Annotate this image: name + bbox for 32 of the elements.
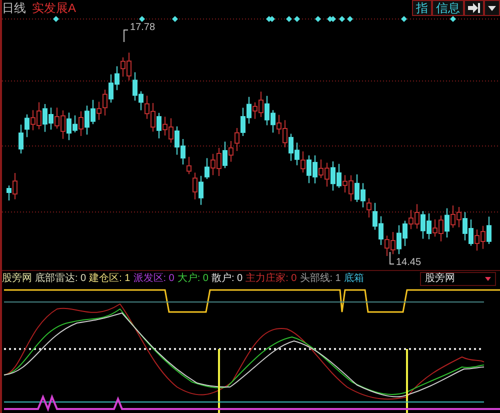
leader-line xyxy=(390,252,394,264)
leader-line xyxy=(124,30,128,42)
caret-down-icon xyxy=(485,277,491,281)
legend-label: 底部雷达: 0 xyxy=(35,273,86,285)
indicator-name: 股旁网 xyxy=(2,273,32,285)
diamond-marker xyxy=(172,16,178,22)
legend-label: 底箱 xyxy=(344,273,364,285)
legend-label: 派发区: 0 xyxy=(133,273,174,285)
high-price-label: 17.78 xyxy=(130,22,156,34)
diamond-marker xyxy=(315,16,321,22)
diamond-marker xyxy=(401,16,407,22)
diamond-marker xyxy=(53,16,59,22)
diamond-marker xyxy=(339,16,345,22)
legend-label: 头部线: 1 xyxy=(300,273,341,285)
toolbar-button[interactable]: 信息 xyxy=(432,0,464,16)
indicator-selector[interactable]: 股旁网 xyxy=(420,272,496,286)
diamond-marker xyxy=(347,16,353,22)
legend-label: 大户: 0 xyxy=(177,273,208,285)
toolbar-button[interactable] xyxy=(464,0,484,16)
toolbar-button[interactable]: 指 xyxy=(412,0,432,16)
legend-label: 散户: 0 xyxy=(212,273,243,285)
diamond-marker xyxy=(286,16,292,22)
legend-label: 主力庄家: 0 xyxy=(246,273,297,285)
diamond-marker xyxy=(139,16,145,22)
caret-down-icon xyxy=(488,6,496,10)
arrow-to-bar-icon xyxy=(468,3,480,13)
low-price-label: 14.45 xyxy=(396,257,422,269)
dropdown-button[interactable] xyxy=(484,0,500,16)
period-label: 日线 xyxy=(2,1,26,15)
diamond-marker xyxy=(294,16,300,22)
stock-name: 实发展A xyxy=(32,1,76,15)
legend-label: 建仓区: 1 xyxy=(89,273,130,285)
